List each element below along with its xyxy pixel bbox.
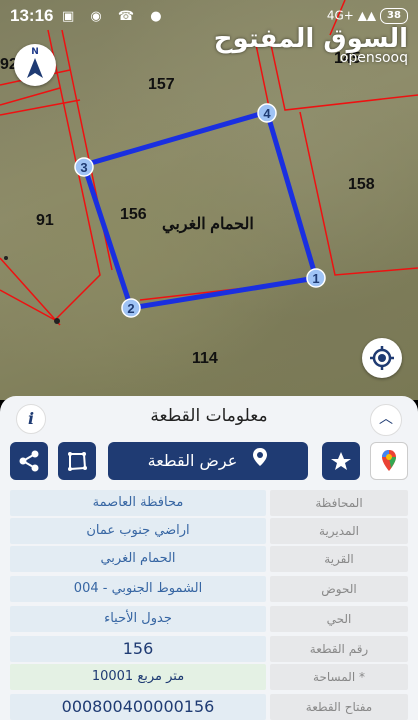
notification-icons: ▣ ◉ ☎ ● bbox=[62, 9, 168, 24]
boundary-line bbox=[0, 257, 61, 326]
plot-info-panel: i معلومات القطعة ︿ عرض القطعة محافظة الع… bbox=[0, 396, 418, 720]
district-label: الحي bbox=[270, 606, 408, 632]
corner-label: 1 bbox=[312, 271, 319, 286]
info-row-governorate: محافظة العاصمة المحافظة bbox=[10, 490, 408, 516]
map-pin-icon bbox=[252, 443, 268, 481]
village-label: القرية bbox=[270, 546, 408, 572]
plot-number-value: 156 bbox=[10, 636, 266, 662]
compass-icon bbox=[27, 58, 43, 78]
info-row-area: 10001 متر مربع المساحة * bbox=[10, 664, 408, 690]
plot-number-label: 114 bbox=[192, 350, 218, 367]
info-row-village: الحمام الغربي القرية bbox=[10, 546, 408, 572]
info-row-plot-key: 000800400000156 مفتاح القطعة bbox=[10, 694, 408, 720]
panel-title: معلومات القطعة bbox=[150, 406, 268, 426]
corner-label: 2 bbox=[127, 301, 134, 316]
polygon-icon bbox=[68, 452, 87, 471]
google-maps-button[interactable] bbox=[370, 442, 408, 480]
info-row-plot-number: 156 رقم القطعة bbox=[10, 636, 408, 662]
compass-button[interactable]: N bbox=[14, 44, 56, 86]
locate-icon bbox=[370, 346, 394, 370]
area-value: 10001 متر مربع bbox=[10, 664, 266, 690]
status-bar: 13:16 ▣ ◉ ☎ ● 4G+ ▲▲ 38 bbox=[0, 0, 418, 34]
my-location-button[interactable] bbox=[362, 338, 402, 378]
basin-label: الحوض bbox=[270, 576, 408, 602]
show-plot-label: عرض القطعة bbox=[147, 451, 238, 470]
area-name-label: الحمام الغربي bbox=[162, 216, 254, 233]
chevron-up-icon: ︿ bbox=[379, 411, 393, 427]
info-row-basin: الشموط الجنوبي - 004 الحوض bbox=[10, 576, 408, 602]
plot-number-label: 91 bbox=[36, 212, 54, 229]
corner-label: 3 bbox=[80, 160, 87, 175]
directorate-label: المديرية bbox=[270, 518, 408, 544]
info-row-district: جدول الأحياء الحي bbox=[10, 606, 408, 632]
plot-key-label: مفتاح القطعة bbox=[270, 694, 408, 720]
share-button[interactable] bbox=[10, 442, 48, 480]
plot-number-label: 156 bbox=[120, 206, 147, 223]
favorite-button[interactable] bbox=[322, 442, 360, 480]
basin-value: الشموط الجنوبي - 004 bbox=[10, 576, 266, 602]
status-time: 13:16 bbox=[10, 6, 54, 25]
plot-number-label: رقم القطعة bbox=[270, 636, 408, 662]
network-label: 4G+ bbox=[326, 8, 354, 23]
info-row-directorate: اراضي جنوب عمان المديرية bbox=[10, 518, 408, 544]
panel-header: i معلومات القطعة ︿ bbox=[0, 396, 418, 436]
plot-number-label: 158 bbox=[348, 176, 375, 193]
corner-label: 4 bbox=[263, 106, 271, 121]
polygon-button[interactable] bbox=[58, 442, 96, 480]
governorate-value: محافظة العاصمة bbox=[10, 490, 266, 516]
directorate-value: اراضي جنوب عمان bbox=[10, 518, 266, 544]
area-label: المساحة * bbox=[270, 664, 408, 690]
district-value: جدول الأحياء bbox=[10, 606, 266, 632]
governorate-label: المحافظة bbox=[270, 490, 408, 516]
collapse-button[interactable]: ︿ bbox=[370, 404, 402, 436]
star-icon bbox=[331, 452, 351, 470]
plot-number-label: 157 bbox=[148, 76, 175, 93]
share-icon bbox=[19, 450, 39, 472]
google-maps-icon bbox=[382, 450, 396, 471]
status-right: 4G+ ▲▲ 38 bbox=[327, 8, 408, 24]
parcel-boundary bbox=[80, 108, 320, 311]
signal-icon: ▲▲ bbox=[357, 8, 377, 23]
show-plot-button[interactable]: عرض القطعة bbox=[108, 442, 308, 480]
plot-key-value: 000800400000156 bbox=[10, 694, 266, 720]
boundary-point bbox=[54, 318, 60, 324]
boundary-point bbox=[4, 256, 8, 260]
battery-icon: 38 bbox=[380, 8, 408, 24]
village-value: الحمام الغربي bbox=[10, 546, 266, 572]
boundary-line bbox=[0, 87, 61, 106]
